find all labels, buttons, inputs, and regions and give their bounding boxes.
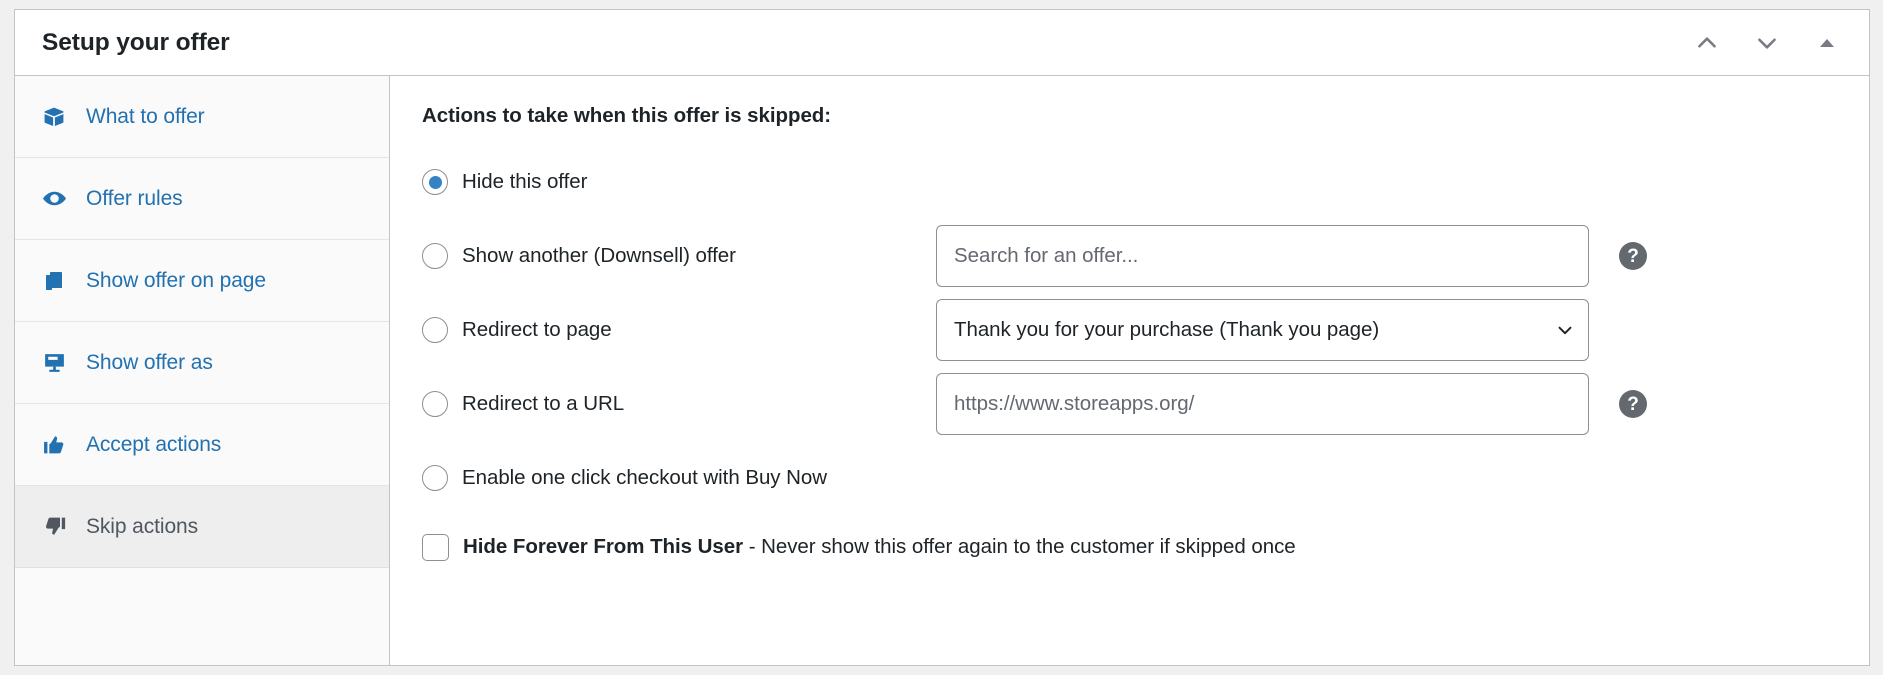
header-actions bbox=[1687, 23, 1847, 63]
panel-body: What to offer Offer rules Show offer on … bbox=[15, 76, 1869, 665]
option-left-hide-this-offer[interactable]: Hide this offer bbox=[422, 169, 933, 195]
sidebar-item-label: Show offer as bbox=[86, 350, 213, 374]
option-label: Hide this offer bbox=[462, 170, 588, 193]
sidebar-item-label: Skip actions bbox=[86, 514, 199, 538]
help-icon-redirect-url[interactable]: ? bbox=[1619, 390, 1647, 418]
sidebar-item-skip-actions[interactable]: Skip actions bbox=[15, 486, 389, 568]
page-title: Setup your offer bbox=[42, 28, 230, 56]
setup-offer-panel: Setup your offer What to offer Offer rul… bbox=[14, 9, 1870, 666]
monitor-icon bbox=[41, 350, 67, 376]
hide-forever-label-rest: - Never show this offer again to the cus… bbox=[743, 535, 1296, 558]
checkbox-hide-forever[interactable] bbox=[422, 533, 449, 561]
move-down-button[interactable] bbox=[1747, 23, 1787, 63]
sidebar-item-label: Accept actions bbox=[86, 432, 222, 456]
chevron-up-icon bbox=[1694, 30, 1720, 56]
offer-setup-screen: Setup your offer What to offer Offer rul… bbox=[0, 0, 1883, 675]
option-left-redirect-to-page[interactable]: Redirect to page bbox=[422, 317, 933, 343]
help-icon-offer-search[interactable]: ? bbox=[1619, 242, 1647, 270]
option-row-redirect-to-page: Redirect to page Thank you for your purc… bbox=[422, 299, 1869, 361]
skip-actions-content: Actions to take when this offer is skipp… bbox=[390, 76, 1869, 665]
sidebar-item-label: Offer rules bbox=[86, 186, 183, 210]
option-row-one-click-checkout: Enable one click checkout with Buy Now bbox=[422, 455, 1869, 501]
sidebar-empty-space bbox=[15, 568, 389, 665]
option-label: Enable one click checkout with Buy Now bbox=[462, 466, 828, 489]
hide-forever-row: Hide Forever From This User - Never show… bbox=[422, 527, 1869, 567]
sidebar-item-what-to-offer[interactable]: What to offer bbox=[15, 76, 389, 158]
option-left-one-click-checkout[interactable]: Enable one click checkout with Buy Now bbox=[422, 465, 827, 491]
toggle-panel-button[interactable] bbox=[1807, 23, 1847, 63]
panel-header: Setup your offer bbox=[15, 10, 1869, 76]
radio-redirect-to-url[interactable] bbox=[422, 391, 448, 417]
option-label: Redirect to a URL bbox=[462, 392, 625, 415]
sidebar-item-accept-actions[interactable]: Accept actions bbox=[15, 404, 389, 486]
radio-hide-this-offer[interactable] bbox=[422, 169, 448, 195]
eye-icon bbox=[41, 186, 67, 212]
sidebar-item-label: What to offer bbox=[86, 104, 205, 128]
sidebar-item-offer-rules[interactable]: Offer rules bbox=[15, 158, 389, 240]
redirect-page-select-value: Thank you for your purchase (Thank you p… bbox=[954, 318, 1380, 341]
option-left-redirect-to-url[interactable]: Redirect to a URL bbox=[422, 391, 933, 417]
sidebar-item-show-offer-as[interactable]: Show offer as bbox=[15, 322, 389, 404]
box-icon bbox=[41, 104, 67, 130]
hide-forever-label: Hide Forever From This User - Never show… bbox=[463, 535, 1296, 559]
sidebar-item-label: Show offer on page bbox=[86, 268, 266, 292]
option-row-redirect-to-url: Redirect to a URL https://www.storeapps.… bbox=[422, 373, 1869, 435]
move-up-button[interactable] bbox=[1687, 23, 1727, 63]
option-label: Redirect to page bbox=[462, 318, 612, 341]
option-row-hide-this-offer: Hide this offer bbox=[422, 159, 1869, 205]
redirect-url-input[interactable]: https://www.storeapps.org/ bbox=[936, 373, 1589, 435]
radio-one-click-checkout[interactable] bbox=[422, 465, 448, 491]
option-row-show-another-offer: Show another (Downsell) offer Search for… bbox=[422, 225, 1869, 287]
radio-redirect-to-page[interactable] bbox=[422, 317, 448, 343]
sidebar: What to offer Offer rules Show offer on … bbox=[15, 76, 390, 665]
chevron-down-icon bbox=[1554, 319, 1576, 341]
chevron-down-icon bbox=[1754, 30, 1780, 56]
hide-forever-label-bold: Hide Forever From This User bbox=[463, 535, 744, 558]
thumbs-down-icon bbox=[41, 514, 67, 540]
thumbs-up-icon bbox=[41, 432, 67, 458]
offer-search-input[interactable]: Search for an offer... bbox=[936, 225, 1589, 287]
pages-icon bbox=[41, 268, 67, 294]
triangle-up-icon bbox=[1817, 33, 1837, 53]
redirect-page-select[interactable]: Thank you for your purchase (Thank you p… bbox=[936, 299, 1589, 361]
option-left-show-another-offer[interactable]: Show another (Downsell) offer bbox=[422, 243, 933, 269]
radio-show-another-offer[interactable] bbox=[422, 243, 448, 269]
section-heading: Actions to take when this offer is skipp… bbox=[422, 104, 832, 127]
sidebar-item-show-offer-on-page[interactable]: Show offer on page bbox=[15, 240, 389, 322]
option-label: Show another (Downsell) offer bbox=[462, 244, 736, 267]
